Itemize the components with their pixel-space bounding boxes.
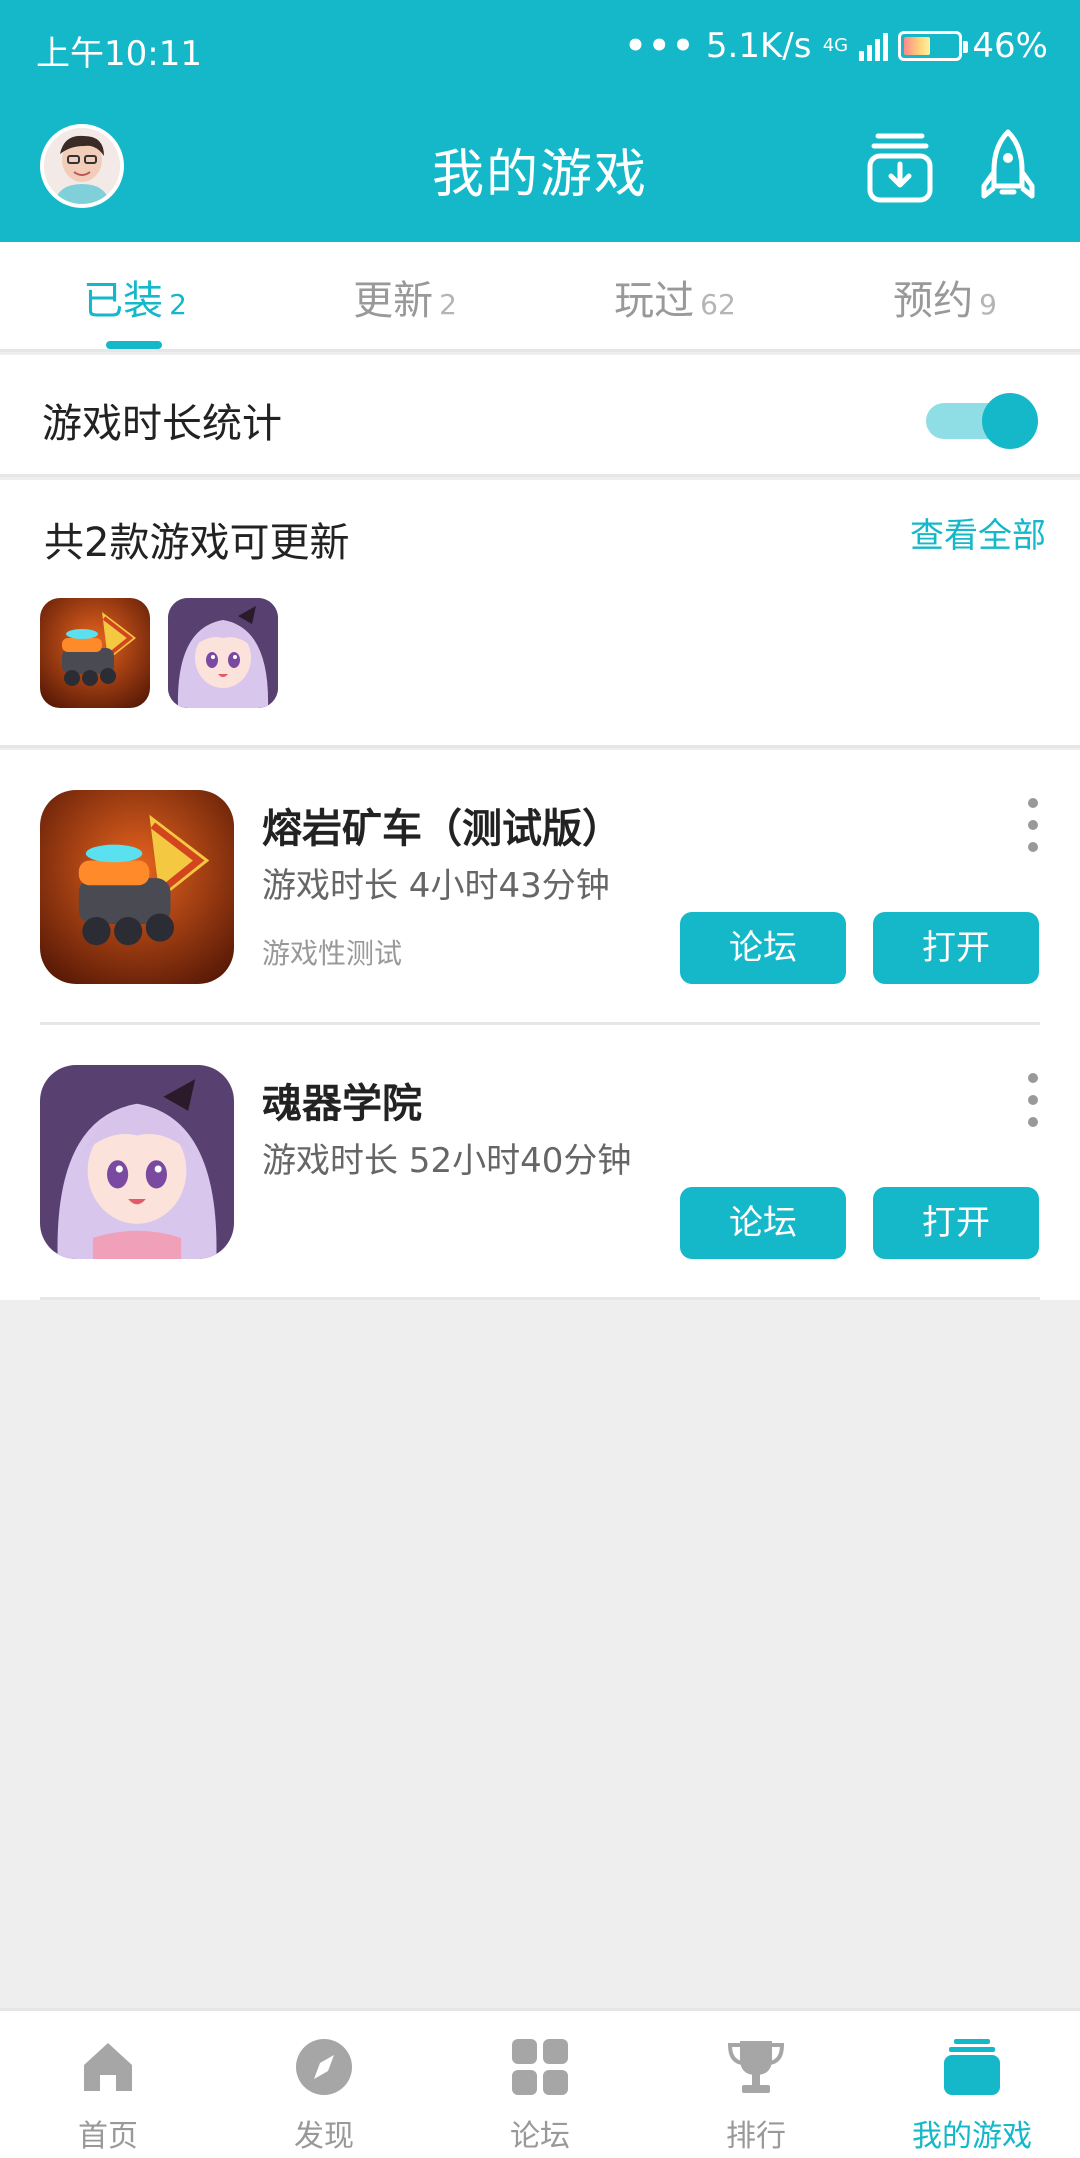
game-item-soul-academy[interactable]: 魂器学院 游戏时长 52小时40分钟 论坛 打开 <box>0 1025 1080 1300</box>
nav-label: 发现 <box>294 2119 354 2154</box>
open-button[interactable]: 打开 <box>873 1187 1039 1259</box>
game-icon[interactable] <box>40 790 234 984</box>
grid-icon <box>512 2039 568 2095</box>
tab-label: 已装 <box>83 278 164 324</box>
download-box-icon <box>867 133 933 203</box>
open-button[interactable]: 打开 <box>873 912 1039 984</box>
tab-reserved[interactable]: 预约 9 <box>810 268 1080 326</box>
battery-icon <box>898 31 969 61</box>
compass-icon <box>296 2039 352 2095</box>
update-game-icon-soul-academy[interactable] <box>168 598 278 708</box>
playtime-stats-toggle[interactable] <box>926 391 1038 449</box>
tab-count: 62 <box>700 288 736 321</box>
update-panel: 共2款游戏可更新 查看全部 <box>0 480 1080 748</box>
nav-label: 论坛 <box>510 2119 570 2154</box>
nav-label: 我的游戏 <box>912 2119 1032 2154</box>
game-playtime: 游戏时长 4小时43分钟 <box>262 866 610 906</box>
nav-discover[interactable]: 发现 <box>216 2011 432 2158</box>
games-stack-icon <box>944 2039 1000 2095</box>
tab-updates[interactable]: 更新 2 <box>270 268 540 326</box>
nav-my-games[interactable]: 我的游戏 <box>864 2011 1080 2158</box>
forum-button[interactable]: 论坛 <box>680 912 846 984</box>
bottom-nav: 首页 发现 论坛 排行 我的游戏 <box>0 2008 1080 2158</box>
tab-label: 玩过 <box>614 278 695 324</box>
app-bar: 我的游戏 <box>0 96 1080 242</box>
game-tag: 游戏性测试 <box>262 937 403 970</box>
more-options-button[interactable] <box>1022 798 1046 858</box>
status-dots: ••• <box>624 26 696 66</box>
status-time: 上午10:11 <box>36 34 202 74</box>
tab-label: 更新 <box>353 278 434 324</box>
nav-ranking[interactable]: 排行 <box>648 2011 864 2158</box>
status-bar: 上午10:11 ••• 5.1K/s 4G 46% <box>0 0 1080 96</box>
nav-forum[interactable]: 论坛 <box>432 2011 648 2158</box>
tab-count: 2 <box>169 288 187 321</box>
tab-played[interactable]: 玩过 62 <box>540 268 810 326</box>
nav-home[interactable]: 首页 <box>0 2011 216 2158</box>
playtime-stats-row: 游戏时长统计 <box>0 355 1080 477</box>
tab-installed[interactable]: 已装 2 <box>0 268 270 326</box>
tab-bar: 已装 2 更新 2 玩过 62 预约 9 <box>0 242 1080 352</box>
game-playtime: 游戏时长 52小时40分钟 <box>262 1141 632 1181</box>
update-title: 共2款游戏可更新 <box>44 520 350 566</box>
update-game-icon-lava-minecart[interactable] <box>40 598 150 708</box>
nav-label: 排行 <box>726 2119 786 2154</box>
trophy-icon <box>727 2041 785 2093</box>
forum-button[interactable]: 论坛 <box>680 1187 846 1259</box>
tab-count: 9 <box>979 288 997 321</box>
game-name: 魂器学院 <box>262 1081 422 1127</box>
tab-indicator <box>106 341 162 349</box>
game-icon[interactable] <box>40 1065 234 1259</box>
status-indicators: ••• 5.1K/s 4G 46% <box>625 26 1048 66</box>
tab-label: 预约 <box>893 278 974 324</box>
playtime-stats-label: 游戏时长统计 <box>42 401 282 447</box>
installed-games-list: 熔岩矿车（测试版） 游戏时长 4小时43分钟 游戏性测试 论坛 打开 魂器学院 … <box>0 750 1080 1300</box>
tab-count: 2 <box>439 288 457 321</box>
battery-percent: 46% <box>972 26 1048 66</box>
game-item-lava-minecart[interactable]: 熔岩矿车（测试版） 游戏时长 4小时43分钟 游戏性测试 论坛 打开 <box>0 750 1080 1025</box>
game-name: 熔岩矿车（测试版） <box>262 806 622 852</box>
download-manager-button[interactable] <box>860 126 940 206</box>
network-speed: 5.1K/s <box>705 26 812 66</box>
list-divider <box>40 1297 1040 1300</box>
home-icon <box>84 2043 132 2091</box>
network-type: 4G <box>822 35 849 56</box>
rocket-button[interactable] <box>968 126 1048 206</box>
nav-label: 首页 <box>78 2119 138 2154</box>
more-options-button[interactable] <box>1022 1073 1046 1133</box>
rocket-icon <box>981 129 1035 199</box>
view-all-link[interactable]: 查看全部 <box>910 508 1046 557</box>
signal-icon <box>859 31 889 61</box>
toggle-knob <box>982 393 1038 449</box>
